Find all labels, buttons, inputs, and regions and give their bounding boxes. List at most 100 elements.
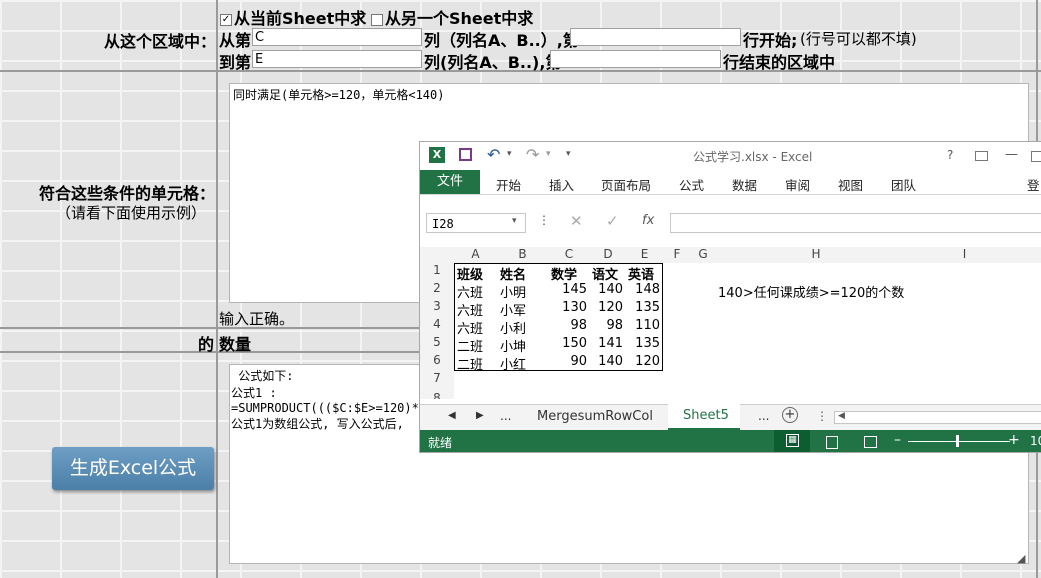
cell-a1[interactable]: 班级 xyxy=(457,264,483,283)
col-header-g[interactable]: G xyxy=(691,247,715,263)
sheet-scroll-right-icon[interactable]: ▶ xyxy=(476,410,484,421)
normal-view-button[interactable]: ▦ xyxy=(774,430,810,452)
save-icon[interactable] xyxy=(459,148,472,161)
undo-icon[interactable]: ↶ xyxy=(487,145,500,164)
cell-b2[interactable]: 小明 xyxy=(500,282,526,301)
page-layout-view-icon[interactable] xyxy=(826,436,838,449)
from-row-input[interactable] xyxy=(570,28,741,46)
cell-e1[interactable]: 英语 xyxy=(628,264,654,283)
minimize-icon[interactable]: — xyxy=(1005,147,1018,162)
tab-insert[interactable]: 插入 xyxy=(549,175,574,194)
tab-formulas[interactable]: 公式 xyxy=(679,175,704,194)
cell-b3[interactable]: 小军 xyxy=(500,300,526,319)
to-row-input[interactable] xyxy=(550,50,721,68)
cell-e2[interactable]: 148 xyxy=(626,282,660,297)
cell-d4[interactable]: 98 xyxy=(590,318,623,333)
tab-split-grip-icon[interactable]: ⋮ xyxy=(816,409,828,423)
resize-grip-icon[interactable]: ◢ xyxy=(1017,552,1025,565)
col-header-i[interactable]: I xyxy=(917,247,1012,263)
row-header-6[interactable]: 6 xyxy=(420,353,454,371)
row-header-5[interactable]: 5 xyxy=(420,335,454,353)
ribbon-display-icon[interactable] xyxy=(975,151,988,161)
confirm-entry-icon[interactable]: ✓ xyxy=(606,212,619,230)
checkbox-unchecked-icon[interactable] xyxy=(371,13,383,26)
sign-in-link[interactable]: 登 xyxy=(1027,175,1040,194)
cell-a2[interactable]: 六班 xyxy=(457,282,483,301)
sheet-more-left[interactable]: ... xyxy=(500,409,511,423)
select-all-corner[interactable] xyxy=(420,247,454,263)
to-col-input[interactable] xyxy=(252,50,422,68)
col-header-e[interactable]: E xyxy=(626,247,663,263)
zoom-slider-thumb[interactable] xyxy=(956,435,959,447)
generate-formula-button[interactable]: 生成Excel公式 xyxy=(52,447,214,490)
name-box[interactable]: I28 xyxy=(426,213,526,233)
col-header-a[interactable]: A xyxy=(454,247,497,263)
from-col-input[interactable] xyxy=(252,28,422,46)
row-header-1[interactable]: 1 xyxy=(420,263,454,281)
row-header-8[interactable]: 8 xyxy=(420,389,454,399)
redo-icon[interactable]: ↷ xyxy=(526,145,539,164)
cell-d5[interactable]: 141 xyxy=(590,336,623,351)
col-header-f[interactable]: F xyxy=(663,247,691,263)
row-header-4[interactable]: 4 xyxy=(420,317,454,335)
tab-team[interactable]: 团队 xyxy=(891,175,916,194)
cell-c1[interactable]: 数学 xyxy=(551,264,577,283)
cell-c3[interactable]: 130 xyxy=(548,300,587,315)
customize-qat-icon[interactable]: ▾ xyxy=(566,149,571,159)
hscroll-left-icon[interactable]: ◀ xyxy=(838,411,845,421)
col-header-b[interactable]: B xyxy=(497,247,548,263)
cell-e5[interactable]: 135 xyxy=(626,336,660,351)
undo-dropdown-icon[interactable]: ▾ xyxy=(507,149,512,159)
cell-a4[interactable]: 六班 xyxy=(457,318,483,337)
row-header-3[interactable]: 3 xyxy=(420,299,454,317)
cell-b5[interactable]: 小坤 xyxy=(500,336,526,355)
col-header-h[interactable]: H xyxy=(715,247,917,263)
row-header-2[interactable]: 2 xyxy=(420,281,454,299)
zoom-level[interactable]: 10 xyxy=(1030,434,1041,448)
col-header-d[interactable]: D xyxy=(590,247,626,263)
sheet-more-right[interactable]: ... xyxy=(758,409,769,423)
cell-d2[interactable]: 140 xyxy=(590,282,623,297)
tab-page-layout[interactable]: 页面布局 xyxy=(601,175,651,194)
cell-d6[interactable]: 140 xyxy=(590,354,623,369)
name-box-dropdown-icon[interactable]: ▾ xyxy=(512,216,517,226)
cell-a5[interactable]: 二班 xyxy=(457,336,483,355)
help-button[interactable]: ? xyxy=(947,148,953,162)
checkbox-checked-icon[interactable]: ✓ xyxy=(220,13,232,26)
zoom-in-icon[interactable]: + xyxy=(1008,432,1020,448)
tab-data[interactable]: 数据 xyxy=(732,175,757,194)
maximize-icon[interactable] xyxy=(1031,151,1041,162)
sheet-tab-sheet5[interactable]: Sheet5 xyxy=(668,404,740,430)
sheet-scroll-left-icon[interactable]: ◀ xyxy=(448,410,456,421)
cell-b1[interactable]: 姓名 xyxy=(500,264,526,283)
new-sheet-icon[interactable]: + xyxy=(782,407,798,423)
opt-other-sheet[interactable]: 从另一个Sheet中求 xyxy=(371,5,533,29)
cell-c5[interactable]: 150 xyxy=(548,336,587,351)
zoom-slider[interactable] xyxy=(908,435,1010,447)
cell-e6[interactable]: 120 xyxy=(626,354,660,369)
cell-d3[interactable]: 120 xyxy=(590,300,623,315)
tab-home[interactable]: 开始 xyxy=(496,175,521,194)
opt-current-sheet[interactable]: ✓ 从当前Sheet中求 xyxy=(220,5,366,29)
tab-review[interactable]: 审阅 xyxy=(785,175,810,194)
cell-e3[interactable]: 135 xyxy=(626,300,660,315)
cancel-entry-icon[interactable]: ✕ xyxy=(570,212,583,230)
sheet-tab-mergesumrowcol[interactable]: MergesumRowCol xyxy=(537,409,653,424)
col-header-c[interactable]: C xyxy=(548,247,590,263)
tab-view[interactable]: 视图 xyxy=(838,175,863,194)
zoom-out-icon[interactable]: – xyxy=(894,432,901,448)
horizontal-scrollbar[interactable]: ◀ xyxy=(834,411,1041,424)
cell-c2[interactable]: 145 xyxy=(548,282,587,297)
cell-b4[interactable]: 小利 xyxy=(500,318,526,337)
tab-file[interactable]: 文件 xyxy=(420,170,480,194)
cell-a6[interactable]: 二班 xyxy=(457,354,483,373)
insert-function-icon[interactable]: fx xyxy=(642,213,654,228)
row-header-7[interactable]: 7 xyxy=(420,371,454,389)
cell-e4[interactable]: 110 xyxy=(626,318,660,333)
cell-d1[interactable]: 语文 xyxy=(592,264,618,283)
cell-c6[interactable]: 90 xyxy=(548,354,587,369)
redo-dropdown-icon[interactable]: ▾ xyxy=(546,149,551,159)
cell-b6[interactable]: 小红 xyxy=(500,354,526,373)
cell-c4[interactable]: 98 xyxy=(548,318,587,333)
formula-input[interactable] xyxy=(670,213,1041,233)
